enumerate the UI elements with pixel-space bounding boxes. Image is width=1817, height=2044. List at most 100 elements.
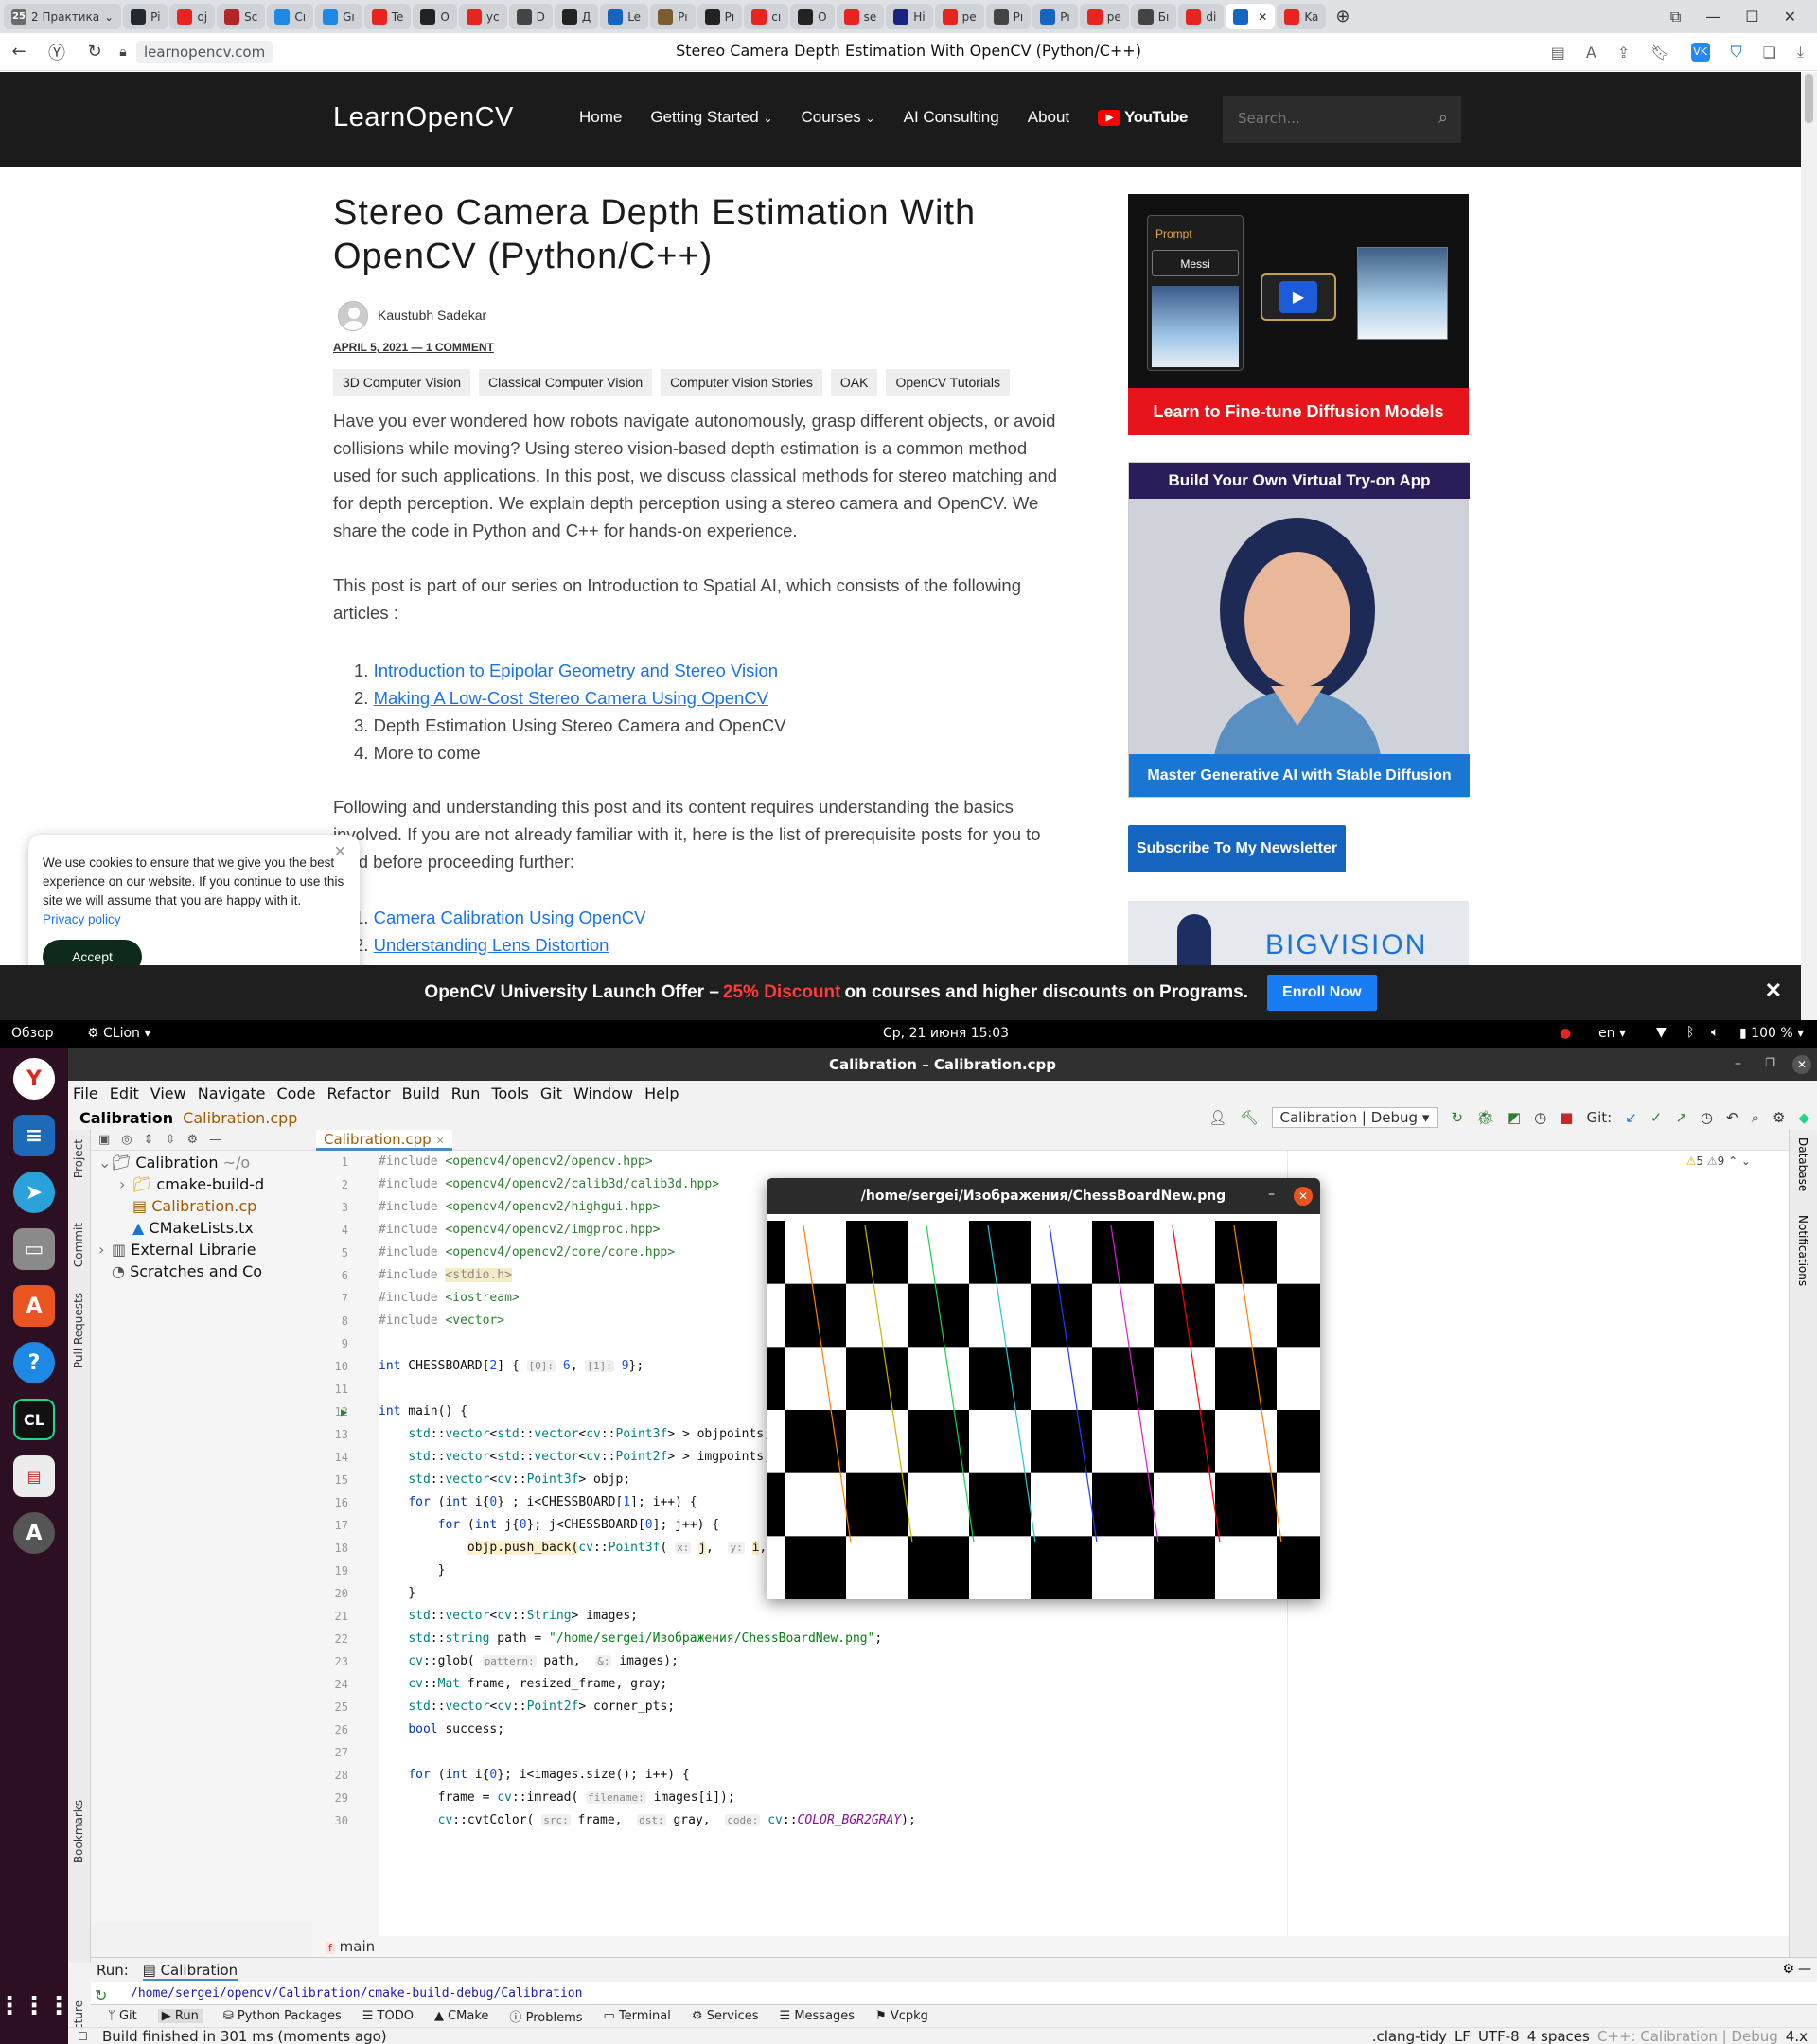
settings-icon[interactable]: ⚙ — [1773, 1109, 1785, 1126]
code-line[interactable]: std::vector<std::vector<cv::Point2f> > i… — [379, 1446, 771, 1469]
coverage-icon[interactable]: ◩ — [1508, 1109, 1521, 1126]
git-push-icon[interactable]: ↗ — [1675, 1109, 1687, 1126]
tree-item[interactable]: ▲ CMakeLists.tx — [91, 1217, 254, 1239]
browser-tab[interactable]: Gı — [315, 4, 362, 29]
project-crumb[interactable]: Calibration — [79, 1109, 173, 1127]
tool-bookmarks[interactable]: Bookmarks — [72, 1800, 85, 1863]
tool-notifications[interactable]: Notifications — [1796, 1215, 1809, 1286]
rollback-icon[interactable]: ↶ — [1726, 1109, 1738, 1126]
browser-tab[interactable]: pe — [1079, 4, 1129, 29]
browser-tab[interactable]: Pı — [650, 4, 696, 29]
tree-item[interactable]: › 📁︎ cmake-build-d — [91, 1173, 264, 1195]
download-icon[interactable]: ⤓ — [1797, 43, 1804, 62]
code-line[interactable]: #include <opencv4/opencv2/highgui.hpp> — [379, 1196, 660, 1219]
browser-tab[interactable]: Hi — [886, 4, 933, 29]
site-search-input[interactable]: Search... ⌕ — [1223, 96, 1461, 143]
tag[interactable]: OpenCV Tutorials — [886, 369, 1010, 396]
code-line[interactable]: } — [379, 1559, 446, 1582]
tool-tab-messages[interactable]: ☰ Messages — [780, 2009, 856, 2023]
run-gutter-icon[interactable]: ▶ — [341, 1405, 347, 1418]
tool-tab-terminal[interactable]: ▭ Terminal — [604, 2009, 671, 2023]
files-icon[interactable]: ▭ — [13, 1228, 55, 1270]
series-link[interactable]: Introduction to Epipolar Geometry and St… — [374, 661, 778, 680]
code-line[interactable]: } — [379, 1582, 415, 1605]
menu-help[interactable]: Help — [644, 1084, 679, 1102]
privacy-policy-link[interactable]: Privacy policy — [43, 912, 121, 926]
git-update-icon[interactable]: ↙ — [1625, 1109, 1637, 1126]
tag[interactable]: 3D Computer Vision — [333, 369, 471, 396]
breadcrumb-function[interactable]: main — [340, 1938, 375, 1955]
file-crumb[interactable]: Calibration.cpp — [183, 1109, 297, 1127]
browser-tab[interactable]: Sc — [217, 4, 266, 29]
page-scrollbar[interactable] — [1801, 72, 1817, 1020]
code-line[interactable]: #include <stdio.h> — [379, 1264, 512, 1287]
minimize-icon[interactable]: – — [1735, 1056, 1741, 1071]
ad-cta-button[interactable]: Learn to Fine-tune Diffusion Models — [1128, 388, 1469, 435]
chevron-right-icon[interactable]: › — [98, 1239, 112, 1260]
volume-icon[interactable]: 🔈︎ — [1711, 1025, 1719, 1040]
browser-tab[interactable]: Pı — [985, 4, 1032, 29]
layout-icon[interactable]: ▣ — [98, 1133, 110, 1147]
status-widget[interactable]: .clang-tidy — [1372, 2028, 1447, 2044]
code-line[interactable]: #include <vector> — [379, 1310, 504, 1332]
translate-icon[interactable]: A — [1586, 44, 1596, 62]
browser-tab[interactable]: D — [508, 4, 553, 29]
app-icon[interactable]: A — [13, 1512, 55, 1554]
close-icon[interactable]: ✕ — [1792, 1055, 1811, 1074]
run-config-select[interactable]: Calibration | Debug ▾ — [1271, 1107, 1438, 1128]
menu-window[interactable]: Window — [573, 1084, 633, 1102]
run-icon[interactable]: ↻ — [1451, 1109, 1463, 1126]
enroll-button[interactable]: Enroll Now — [1267, 975, 1377, 1011]
tool-tab-cmake[interactable]: ▲ CMake — [434, 2009, 488, 2023]
tool-tab-services[interactable]: ⚙ Services — [692, 2009, 759, 2023]
tool-tab-git[interactable]: ᛘ Git — [108, 2009, 137, 2023]
browser-tab[interactable]: di — [1178, 4, 1225, 29]
back-icon[interactable]: ← — [0, 42, 38, 62]
text-editor-icon[interactable]: ≡ — [13, 1115, 55, 1156]
article-date[interactable]: APRIL 5, 2021 — [333, 341, 408, 354]
browser-tab[interactable]: ✕ — [1226, 4, 1276, 29]
debug-icon[interactable]: 🐞︎ — [1476, 1109, 1494, 1126]
browser-tab[interactable]: O — [413, 4, 457, 29]
code-line[interactable]: for (int i{0} ; i<CHESSBOARD[1]; i++) { — [379, 1491, 697, 1514]
code-line[interactable]: #include <opencv4/opencv2/opencv.hpp> — [379, 1151, 653, 1173]
site-logo[interactable]: LearnOpenCV — [333, 102, 514, 133]
show-apps-icon[interactable]: ⋮⋮⋮ — [0, 1985, 71, 2027]
tree-item[interactable]: ◔ Scratches and Co — [91, 1260, 262, 1282]
tree-item[interactable]: ▤ Calibration.cp — [91, 1195, 256, 1217]
software-center-icon[interactable]: A — [13, 1285, 55, 1327]
code-line[interactable]: int main() { — [379, 1401, 467, 1423]
reader-icon[interactable]: ▤ — [1551, 44, 1565, 62]
subscribe-button[interactable]: Subscribe To My Newsletter — [1128, 825, 1346, 872]
browser-tab[interactable]: Le — [600, 4, 649, 29]
browser-tab[interactable]: oj — [169, 4, 216, 29]
yandex-browser-icon[interactable]: Y — [13, 1058, 55, 1100]
git-commit-icon[interactable]: ✓ — [1650, 1109, 1663, 1126]
status-widget[interactable]: UTF-8 — [1478, 2028, 1520, 2044]
minimize-icon[interactable]: – — [1268, 1187, 1275, 1202]
browser-tab[interactable]: pe — [934, 4, 984, 29]
author-name[interactable]: Kaustubh Sadekar — [378, 308, 486, 323]
code-line[interactable]: #include <opencv4/opencv2/core/core.hpp> — [379, 1242, 675, 1264]
code-line[interactable]: frame = cv::imread( filename: images[i])… — [379, 1787, 735, 1809]
code-line[interactable]: std::vector<cv::String> images; — [379, 1605, 638, 1628]
yandex-icon[interactable]: Ⓨ — [38, 40, 76, 64]
nav-ai-consulting[interactable]: AI Consulting — [904, 108, 999, 127]
menu-edit[interactable]: Edit — [110, 1084, 139, 1102]
tool-commit[interactable]: Commit — [72, 1223, 85, 1267]
code-line[interactable]: std::vector<cv::Point2f> corner_pts; — [379, 1696, 675, 1718]
bluetooth-icon[interactable]: ᛒ — [1686, 1025, 1694, 1040]
status-widget[interactable]: LF — [1455, 2028, 1471, 2044]
browser-tab[interactable]: Te — [363, 4, 412, 29]
status-widget[interactable]: C++: Calibration | Debug — [1597, 2028, 1778, 2044]
inspection-widget[interactable]: ⚠5 ⚠9 ⌃ ⌄ — [1686, 1154, 1751, 1168]
help-icon[interactable]: ? — [13, 1342, 55, 1383]
browser-tab[interactable]: Pı — [697, 4, 743, 29]
nav-about[interactable]: About — [1028, 108, 1069, 127]
code-line[interactable]: #include <opencv4/opencv2/imgproc.hpp> — [379, 1219, 660, 1242]
tab-list-icon[interactable]: ⧉ — [1670, 8, 1681, 26]
close-icon[interactable]: ✕ — [1294, 1187, 1313, 1206]
hide-icon[interactable]: — — [1798, 1962, 1811, 1977]
tool-pull-requests[interactable]: Pull Requests — [72, 1293, 85, 1368]
menu-code[interactable]: Code — [277, 1084, 316, 1102]
